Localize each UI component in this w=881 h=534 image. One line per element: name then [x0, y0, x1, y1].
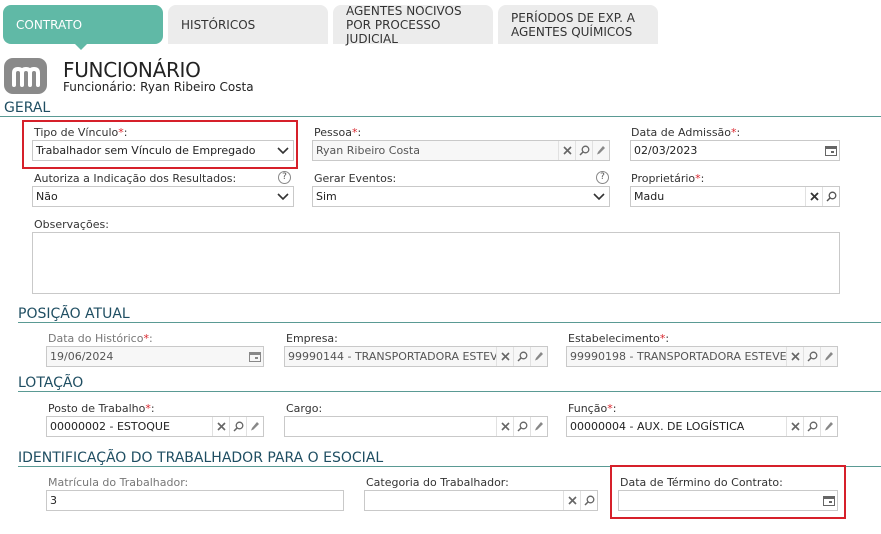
- clear-icon[interactable]: [563, 491, 580, 510]
- calendar-icon[interactable]: [822, 141, 839, 160]
- edit-icon[interactable]: [246, 417, 263, 436]
- categoria-label: Categoria do Trabalhador:: [366, 476, 509, 489]
- gerar-eventos-select[interactable]: Sim: [312, 186, 610, 207]
- pessoa-field[interactable]: Ryan Ribeiro Costa: [312, 140, 610, 161]
- calendar-icon[interactable]: [246, 347, 263, 366]
- search-icon[interactable]: [822, 187, 839, 206]
- search-icon[interactable]: [803, 347, 820, 366]
- edit-icon[interactable]: [592, 141, 609, 160]
- data-historico-field[interactable]: 19/06/2024: [46, 346, 264, 367]
- chevron-down-icon[interactable]: [273, 187, 293, 206]
- search-icon[interactable]: [513, 417, 530, 436]
- matricula-field[interactable]: 3: [46, 490, 344, 511]
- section-title-lotacao: LOTAÇÃO: [18, 375, 84, 391]
- section-title-esocial: IDENTIFICAÇÃO DO TRABALHADOR PARA O ESOC…: [18, 450, 384, 466]
- search-icon[interactable]: [803, 417, 820, 436]
- funcao-field[interactable]: 00000004 - AUX. DE LOGÍSTICA: [566, 416, 838, 437]
- data-historico-value: 19/06/2024: [50, 350, 114, 363]
- app-logo-icon: [4, 58, 47, 94]
- search-icon[interactable]: [580, 491, 597, 510]
- edit-icon[interactable]: [820, 417, 837, 436]
- autoriza-select[interactable]: Não: [32, 186, 294, 207]
- observacoes-label: Observações:: [34, 218, 109, 231]
- tab-historicos[interactable]: HISTÓRICOS: [168, 5, 328, 44]
- search-icon[interactable]: [575, 141, 592, 160]
- search-icon[interactable]: [229, 417, 246, 436]
- clear-icon[interactable]: [805, 187, 822, 206]
- help-icon[interactable]: ?: [278, 171, 291, 184]
- posto-trabalho-value: 00000002 - ESTOQUE: [50, 420, 170, 433]
- empresa-value: 99990144 - TRANSPORTADORA ESTEVES: [288, 350, 496, 363]
- tab-agentes-nocivos[interactable]: AGENTES NOCIVOS POR PROCESSO JUDICIAL: [333, 3, 493, 46]
- data-historico-label: Data do Histórico*:: [48, 332, 153, 345]
- estabelecimento-label: Estabelecimento*:: [568, 332, 670, 345]
- section-divider: [18, 391, 881, 392]
- chevron-down-icon[interactable]: [589, 187, 609, 206]
- section-title-posicao: POSIÇÃO ATUAL: [18, 306, 130, 322]
- help-icon[interactable]: ?: [596, 171, 609, 184]
- section-title-geral: GERAL: [4, 100, 51, 116]
- clear-icon[interactable]: [496, 347, 513, 366]
- posto-trabalho-field[interactable]: 00000002 - ESTOQUE: [46, 416, 264, 437]
- clear-icon[interactable]: [558, 141, 575, 160]
- active-tab-pointer: [74, 43, 88, 50]
- edit-icon[interactable]: [530, 347, 547, 366]
- page-title: FUNCIONÁRIO: [63, 58, 201, 82]
- tab-contrato[interactable]: CONTRATO: [3, 5, 163, 44]
- observacoes-textarea[interactable]: [32, 232, 840, 294]
- empresa-field[interactable]: 99990144 - TRANSPORTADORA ESTEVES: [284, 346, 548, 367]
- clear-icon[interactable]: [786, 417, 803, 436]
- tab-label: PERÍODOS DE EXP. A AGENTES QUÍMICOS: [511, 10, 635, 39]
- cargo-label: Cargo:: [286, 402, 323, 415]
- highlight-tipo-vinculo: [22, 120, 298, 169]
- clear-icon[interactable]: [496, 417, 513, 436]
- data-admissao-value: 02/03/2023: [634, 144, 698, 157]
- gerar-eventos-label: Gerar Eventos:: [314, 172, 397, 185]
- section-divider: [0, 116, 881, 117]
- tab-label: AGENTES NOCIVOS POR PROCESSO JUDICIAL: [346, 3, 462, 46]
- data-admissao-label: Data de Admissão*:: [631, 126, 741, 139]
- pessoa-value: Ryan Ribeiro Costa: [316, 144, 420, 157]
- edit-icon[interactable]: [530, 417, 547, 436]
- section-divider: [18, 322, 881, 323]
- cargo-field[interactable]: [284, 416, 548, 437]
- funcao-label: Função*:: [568, 402, 617, 415]
- edit-icon[interactable]: [820, 347, 837, 366]
- gerar-eventos-value: Sim: [316, 190, 337, 203]
- pessoa-label: Pessoa*:: [314, 126, 362, 139]
- clear-icon[interactable]: [786, 347, 803, 366]
- tab-label: CONTRATO: [16, 17, 83, 32]
- autoriza-label: Autoriza a Indicação dos Resultados:: [34, 172, 237, 185]
- autoriza-value: Não: [36, 190, 58, 203]
- page-subtitle: Funcionário: Ryan Ribeiro Costa: [63, 80, 254, 94]
- search-icon[interactable]: [513, 347, 530, 366]
- estabelecimento-field[interactable]: 99990198 - TRANSPORTADORA ESTEVES: [566, 346, 838, 367]
- estabelecimento-value: 99990198 - TRANSPORTADORA ESTEVES: [570, 350, 786, 363]
- proprietario-label: Proprietário*:: [631, 172, 705, 185]
- data-admissao-field[interactable]: 02/03/2023: [630, 140, 840, 161]
- categoria-field[interactable]: [364, 490, 598, 511]
- clear-icon[interactable]: [212, 417, 229, 436]
- proprietario-field[interactable]: Madu: [630, 186, 840, 207]
- tab-label: HISTÓRICOS: [181, 17, 256, 32]
- tab-periodos-exposicao[interactable]: PERÍODOS DE EXP. A AGENTES QUÍMICOS: [498, 5, 658, 44]
- funcao-value: 00000004 - AUX. DE LOGÍSTICA: [570, 420, 745, 433]
- highlight-data-termino: [610, 465, 846, 519]
- proprietario-value: Madu: [634, 190, 665, 203]
- empresa-label: Empresa:: [286, 332, 338, 345]
- matricula-value: 3: [50, 494, 57, 507]
- posto-trabalho-label: Posto de Trabalho*:: [48, 402, 155, 415]
- matricula-label: Matrícula do Trabalhador:: [48, 476, 189, 489]
